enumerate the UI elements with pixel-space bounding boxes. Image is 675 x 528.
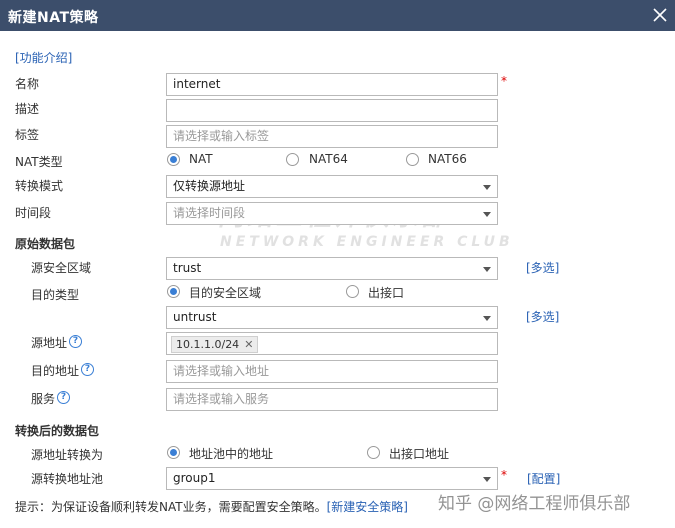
chevron-down-icon — [483, 477, 491, 482]
dst-zone-multi-link[interactable]: [多选] — [526, 308, 559, 325]
src-pool-config-link[interactable]: [配置] — [527, 470, 560, 487]
nat-type-option-nat: NAT — [189, 152, 213, 166]
close-icon[interactable] — [651, 5, 669, 25]
description-input[interactable] — [166, 99, 498, 122]
src-pool-label: 源转换地址池 — [31, 472, 104, 486]
chevron-down-icon — [483, 212, 491, 217]
service-input[interactable]: 请选择或输入服务 — [166, 388, 498, 411]
name-required-mark: * — [501, 74, 507, 88]
close-icon[interactable]: ✕ — [244, 338, 253, 351]
dst-type-option-zone: 目的安全区域 — [189, 286, 262, 300]
src-zone-select[interactable]: trust — [166, 257, 498, 280]
src-addr-tag-text: 10.1.1.0/24 — [176, 338, 240, 351]
src-pool-required-mark: * — [501, 468, 507, 482]
src-translate-option-interface: 出接口地址 — [389, 447, 450, 461]
src-addr-tag: 10.1.1.0/24 ✕ — [171, 336, 259, 353]
time-range-placeholder: 请选择时间段 — [173, 206, 246, 220]
new-security-policy-link[interactable]: [新建安全策略] — [327, 500, 408, 514]
nat-type-radio-nat64[interactable] — [286, 153, 299, 166]
src-translate-option-pool: 地址池中的地址 — [189, 447, 274, 461]
dst-zone-select[interactable]: untrust — [166, 306, 498, 329]
src-zone-multi-link[interactable]: [多选] — [526, 259, 559, 276]
help-icon[interactable]: ? — [57, 391, 70, 404]
chevron-down-icon — [483, 316, 491, 321]
dialog-titlebar: 新建NAT策略 — [0, 0, 675, 31]
help-icon[interactable]: ? — [81, 363, 94, 376]
nat-type-option-nat64: NAT64 — [309, 152, 348, 166]
chevron-down-icon — [483, 185, 491, 190]
src-pool-select[interactable]: group1 — [166, 467, 498, 490]
convert-mode-select[interactable]: 仅转换源地址 — [166, 175, 498, 198]
time-range-label: 时间段 — [15, 206, 52, 220]
dst-type-label: 目的类型 — [31, 288, 80, 302]
src-pool-value: group1 — [173, 471, 216, 485]
service-label: 服务 — [31, 392, 56, 406]
src-addr-input[interactable]: 10.1.1.0/24 ✕ — [166, 332, 498, 355]
translated-packet-title: 转换后的数据包 — [15, 424, 100, 438]
convert-mode-label: 转换模式 — [15, 179, 64, 193]
src-translate-radio-interface[interactable] — [367, 446, 380, 459]
src-translate-label: 源地址转换为 — [31, 448, 104, 462]
time-range-select[interactable]: 请选择时间段 — [166, 202, 498, 225]
name-label: 名称 — [15, 77, 40, 91]
description-label: 描述 — [15, 102, 40, 116]
original-packet-title: 原始数据包 — [15, 237, 76, 251]
dst-zone-value: untrust — [173, 310, 217, 324]
src-zone-label: 源安全区域 — [31, 261, 92, 275]
nat-type-radio-nat[interactable] — [167, 153, 180, 166]
nat-type-option-nat66: NAT66 — [428, 152, 467, 166]
src-zone-value: trust — [173, 261, 202, 275]
tag-label: 标签 — [15, 128, 40, 142]
intro-link[interactable]: [功能介绍] — [15, 49, 72, 66]
dialog-title: 新建NAT策略 — [8, 10, 99, 26]
dst-type-radio-zone[interactable] — [167, 285, 180, 298]
footer-tip-text: 提示：为保证设备顺利转发NAT业务，需要配置安全策略。 — [15, 500, 327, 514]
watermark-zhihu: 知乎 @网络工程师俱乐部 — [438, 494, 631, 514]
nat-type-label: NAT类型 — [15, 155, 63, 169]
dst-type-radio-interface[interactable] — [346, 285, 359, 298]
dst-addr-input[interactable]: 请选择或输入地址 — [166, 360, 498, 383]
dst-type-option-interface: 出接口 — [368, 286, 405, 300]
name-input[interactable]: internet — [166, 73, 498, 96]
dst-addr-label: 目的地址 — [31, 364, 80, 378]
watermark-en: NETWORK ENGINEER CLUB — [220, 234, 514, 250]
tag-input[interactable]: 请选择或输入标签 — [166, 125, 498, 148]
convert-mode-value: 仅转换源地址 — [173, 179, 246, 193]
chevron-down-icon — [483, 267, 491, 272]
src-addr-label: 源地址 — [31, 336, 68, 350]
footer-tip: 提示：为保证设备顺利转发NAT业务，需要配置安全策略。[新建安全策略] — [15, 498, 408, 515]
nat-type-radio-nat66[interactable] — [406, 153, 419, 166]
src-translate-radio-pool[interactable] — [167, 446, 180, 459]
help-icon[interactable]: ? — [69, 335, 82, 348]
